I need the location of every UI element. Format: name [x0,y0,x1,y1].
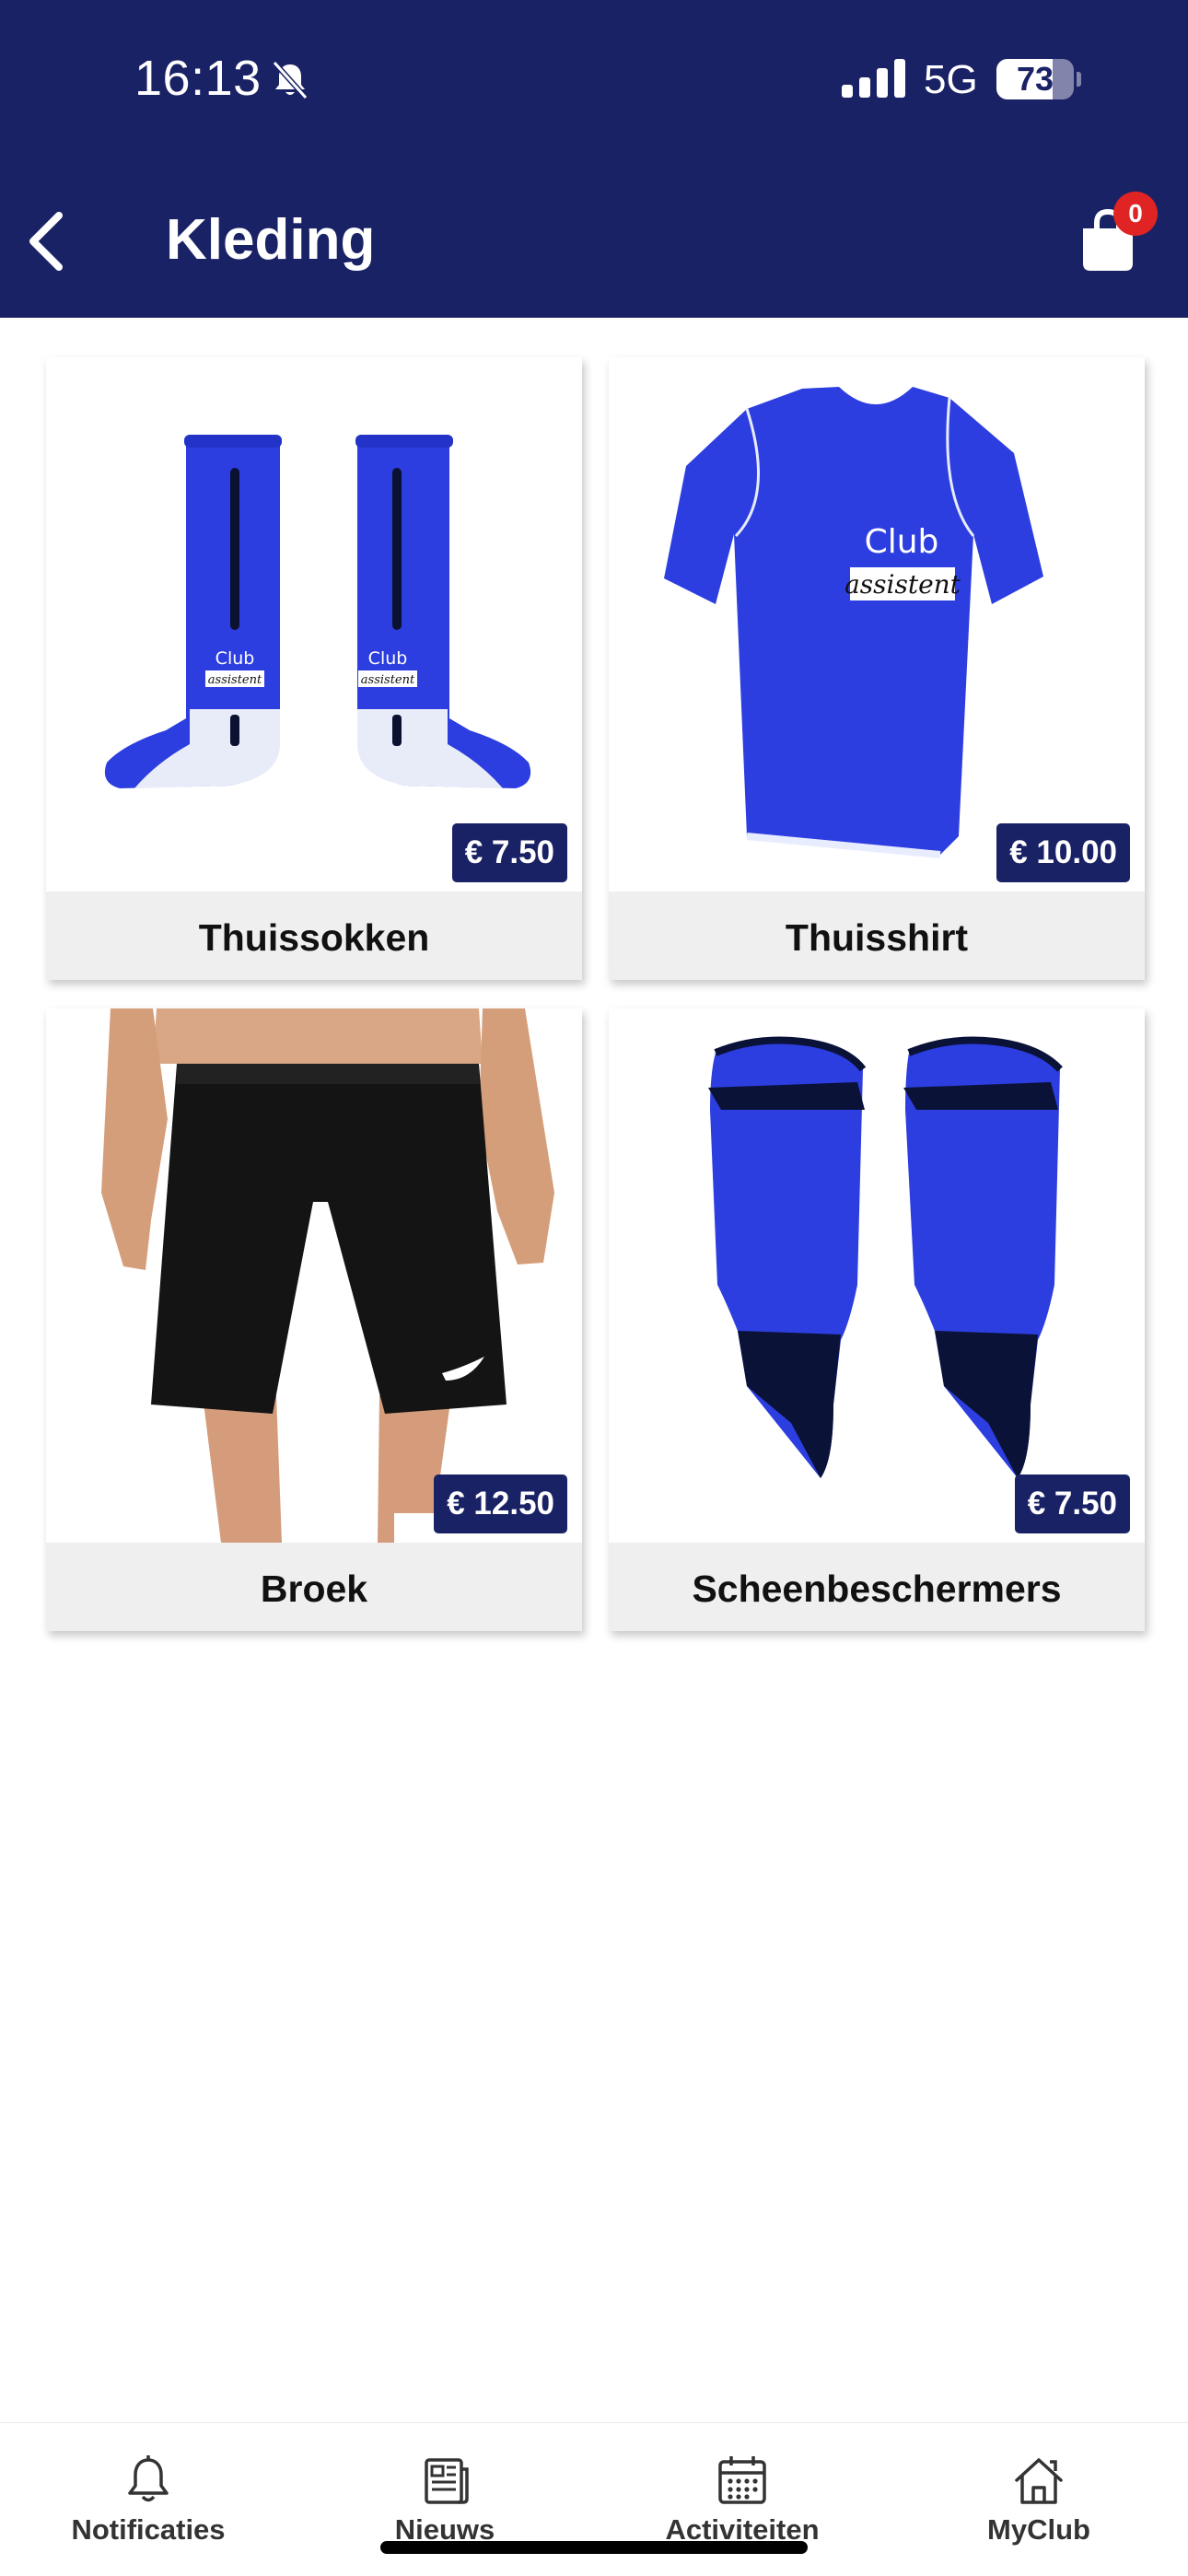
home-indicator [380,2541,808,2554]
svg-text:Club: Club [865,523,939,561]
nav-label: MyClub [987,2513,1090,2546]
product-image-shirt: Club assistent [609,357,1145,892]
price-badge: € 10.00 [996,823,1130,882]
page-title: Kleding [166,208,376,272]
nav-item-nieuws[interactable]: Nieuws [297,2423,593,2552]
product-card-scheenbeschermers[interactable]: € 7.50 Scheenbeschermers [609,1008,1145,1631]
home-icon [1015,2458,1063,2504]
bell-icon [128,2455,169,2502]
product-card-thuisshirt[interactable]: Club assistent € 10.00 Thuisshirt [609,357,1145,980]
back-button[interactable] [18,204,74,278]
product-image-shin-guards [609,1008,1145,1543]
svg-text:Club: Club [215,648,255,669]
signal-icon [842,59,905,98]
network-type: 5G [924,57,978,102]
battery-icon: 73 [996,59,1081,99]
product-image-socks: Club assistent Club assistent [46,357,582,892]
price-badge: € 7.50 [451,823,567,882]
product-image-shorts [46,1008,582,1543]
svg-text:assistent: assistent [361,673,415,687]
battery-level: 73 [1016,60,1054,98]
product-name: Thuisshirt [609,892,1145,980]
cart-count-badge: 0 [1113,192,1158,236]
svg-text:Club: Club [368,648,408,669]
price-badge: € 7.50 [1014,1474,1130,1533]
calendar-icon [718,2456,766,2504]
nav-item-myclub[interactable]: MyClub [891,2423,1187,2552]
product-card-thuissokken[interactable]: Club assistent Club assistent € 7.50 Thu… [46,357,582,980]
nav-item-activiteiten[interactable]: Activiteiten [594,2423,891,2552]
product-name: Scheenbeschermers [609,1543,1145,1631]
product-name: Broek [46,1543,582,1631]
app-header: 16:13 5G 73 Kleding 0 [0,0,1188,318]
status-time: 16:13 [134,51,262,106]
chevron-left-icon [29,212,63,271]
svg-text:assistent: assistent [208,673,262,687]
price-badge: € 12.50 [434,1474,567,1533]
nav-item-notificaties[interactable]: Notificaties [0,2423,297,2552]
bell-off-icon [272,60,309,100]
svg-text:assistent: assistent [844,569,961,600]
nav-label: Notificaties [71,2513,226,2546]
product-name: Thuissokken [46,892,582,980]
product-card-broek[interactable]: € 12.50 Broek [46,1008,582,1631]
newspaper-icon [425,2458,469,2504]
